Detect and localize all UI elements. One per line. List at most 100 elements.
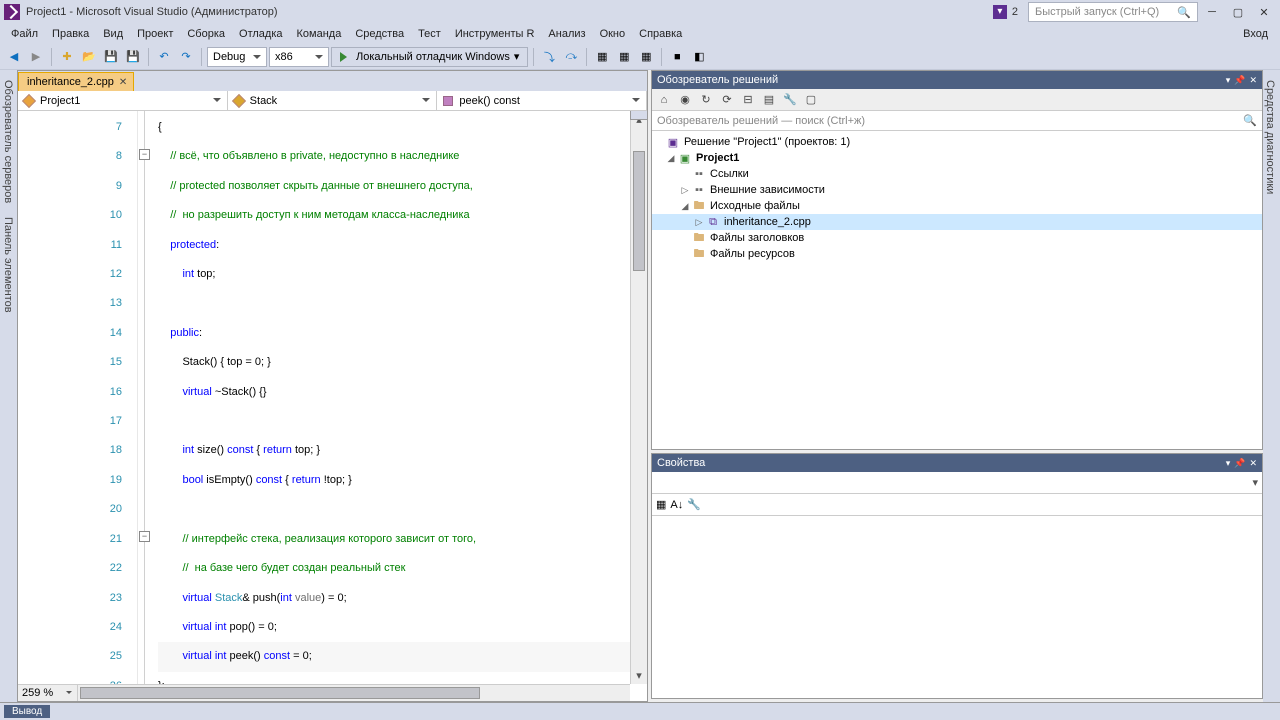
menu-edit[interactable]: Правка	[45, 26, 96, 42]
back-button[interactable]: ◀	[4, 47, 24, 67]
panel-close-icon[interactable]: ✕	[1249, 75, 1257, 86]
resources-node[interactable]: 🖿Файлы ресурсов	[652, 246, 1262, 262]
pin-icon[interactable]: 📌	[1234, 75, 1245, 86]
menu-project[interactable]: Проект	[130, 26, 180, 42]
tool-btn-2[interactable]: ▦	[614, 47, 634, 67]
sync-icon[interactable]: ↻	[697, 91, 715, 109]
preview-icon[interactable]: ▢	[802, 91, 820, 109]
solution-explorer-header[interactable]: Обозреватель решений ▾📌✕	[652, 71, 1262, 89]
splitter-handle[interactable]	[630, 111, 647, 120]
menu-window[interactable]: Окно	[593, 26, 633, 42]
headers-node[interactable]: 🖿Файлы заголовков	[652, 230, 1262, 246]
redo-button[interactable]: ↷	[176, 47, 196, 67]
fold-toggle[interactable]: −	[139, 531, 150, 542]
right-tool-rail: Средства диагностики	[1263, 70, 1280, 702]
diagnostics-tab[interactable]: Средства диагностики	[1263, 76, 1277, 198]
platform-combo[interactable]: x86	[269, 47, 329, 67]
editor-area: inheritance_2.cpp ✕ Project1 Stack peek(…	[17, 70, 648, 702]
scroll-thumb[interactable]	[633, 151, 645, 271]
folder-icon: 🖿	[692, 247, 706, 261]
home-icon[interactable]: ⌂	[655, 91, 673, 109]
wrench-icon[interactable]: 🔧	[687, 498, 701, 511]
project-icon: ▣	[678, 151, 692, 165]
file-node[interactable]: ▷⧉inheritance_2.cpp	[652, 214, 1262, 230]
external-deps-node[interactable]: ▷▪▪Внешние зависимости	[652, 182, 1262, 198]
horizontal-scrollbar[interactable]: 259 %	[18, 684, 630, 701]
server-explorer-tab[interactable]: Обозреватель серверов	[1, 76, 16, 207]
tool-btn-4[interactable]: ■	[667, 47, 687, 67]
properties-panel: Свойства ▾📌✕ ▾ ▦ A↓ 🔧	[651, 453, 1263, 699]
menu-build[interactable]: Сборка	[180, 26, 232, 42]
tool-btn-1[interactable]: ▦	[592, 47, 612, 67]
file-tab[interactable]: inheritance_2.cpp ✕	[18, 72, 134, 91]
sign-in-link[interactable]: Вход	[1236, 26, 1276, 42]
solution-tree[interactable]: ▣Решение "Project1" (проектов: 1) ◢▣Proj…	[652, 131, 1262, 449]
save-button[interactable]: 💾	[101, 47, 121, 67]
alphabetical-icon[interactable]: A↓	[670, 499, 683, 511]
menu-help[interactable]: Справка	[632, 26, 689, 42]
forward-button[interactable]: ▶	[26, 47, 46, 67]
step-into-button[interactable]: ⤵	[539, 47, 559, 67]
panel-menu-icon[interactable]: ▾	[1226, 75, 1231, 86]
code-editor[interactable]: 7891011121314151617181920212223242526 − …	[18, 111, 647, 701]
tool-btn-3[interactable]: ▦	[636, 47, 656, 67]
properties-header[interactable]: Свойства ▾📌✕	[652, 454, 1262, 472]
pin-icon[interactable]: 📌	[1234, 458, 1245, 469]
menu-team[interactable]: Команда	[290, 26, 349, 42]
menu-debug[interactable]: Отладка	[232, 26, 289, 42]
nav-member-combo[interactable]: peek() const	[437, 91, 647, 110]
source-files-node[interactable]: ◢🖿Исходные файлы	[652, 198, 1262, 214]
step-over-button[interactable]: ⤼	[561, 47, 581, 67]
class-icon	[232, 93, 246, 107]
cpp-file-icon: ⧉	[706, 215, 720, 229]
menu-test[interactable]: Тест	[411, 26, 448, 42]
show-all-icon[interactable]: ▤	[760, 91, 778, 109]
output-tab[interactable]: Вывод	[4, 705, 50, 718]
menu-view[interactable]: Вид	[96, 26, 130, 42]
tool-btn-5[interactable]: ◧	[689, 47, 709, 67]
fold-toggle[interactable]: −	[139, 149, 150, 160]
panel-menu-icon[interactable]: ▾	[1226, 458, 1231, 469]
toolbox-tab[interactable]: Панель элементов	[1, 213, 16, 317]
save-all-button[interactable]: 💾	[123, 47, 143, 67]
nav-class-combo[interactable]: Stack	[228, 91, 438, 110]
menu-analyze[interactable]: Анализ	[541, 26, 592, 42]
solution-search-input[interactable]: Обозреватель решений — поиск (Ctrl+ж) 🔍	[652, 111, 1262, 131]
hscroll-thumb[interactable]	[80, 687, 480, 699]
vertical-scrollbar[interactable]: ▴ ▾	[630, 111, 647, 684]
title-bar: Project1 - Microsoft Visual Studio (Адми…	[0, 0, 1280, 24]
maximize-button[interactable]: ▢	[1226, 3, 1250, 21]
new-project-button[interactable]: ✚	[57, 47, 77, 67]
menu-rtools[interactable]: Инструменты R	[448, 26, 542, 42]
window-title: Project1 - Microsoft Visual Studio (Адми…	[26, 6, 278, 18]
search-icon: 🔍	[1243, 114, 1257, 127]
config-combo[interactable]: Debug	[207, 47, 267, 67]
solution-node[interactable]: ▣Решение "Project1" (проектов: 1)	[652, 134, 1262, 150]
minimize-button[interactable]: ─	[1200, 3, 1224, 21]
close-button[interactable]: ✕	[1252, 3, 1276, 21]
notification-count: 2	[1012, 6, 1018, 18]
project-node[interactable]: ◢▣Project1	[652, 150, 1262, 166]
start-debug-button[interactable]: Локальный отладчик Windows ▾	[331, 47, 528, 67]
references-node[interactable]: ▪▪Ссылки	[652, 166, 1262, 182]
code-text[interactable]: { // всё, что объявлено в private, недос…	[152, 111, 647, 701]
properties-selector[interactable]: ▾	[652, 472, 1262, 494]
properties-icon[interactable]: 🔧	[781, 91, 799, 109]
open-button[interactable]: 📂	[79, 47, 99, 67]
scroll-down-icon[interactable]: ▾	[631, 667, 647, 684]
undo-button[interactable]: ↶	[154, 47, 174, 67]
quick-launch-input[interactable]: Быстрый запуск (Ctrl+Q) 🔍	[1028, 2, 1198, 22]
nav-project-combo[interactable]: Project1	[18, 91, 228, 110]
menu-file[interactable]: Файл	[4, 26, 45, 42]
menu-tools[interactable]: Средства	[348, 26, 411, 42]
tab-close-icon[interactable]: ✕	[119, 77, 127, 88]
notification-icon[interactable]: ▾	[993, 5, 1007, 19]
refresh-icon[interactable]: ⟳	[718, 91, 736, 109]
collapse-icon[interactable]: ⊟	[739, 91, 757, 109]
project-icon	[22, 93, 36, 107]
categorized-icon[interactable]: ▦	[656, 498, 666, 511]
tool-icon[interactable]: ◉	[676, 91, 694, 109]
editor-tabs: inheritance_2.cpp ✕	[18, 71, 647, 91]
panel-close-icon[interactable]: ✕	[1249, 458, 1257, 469]
zoom-combo[interactable]: 259 %	[18, 685, 78, 701]
